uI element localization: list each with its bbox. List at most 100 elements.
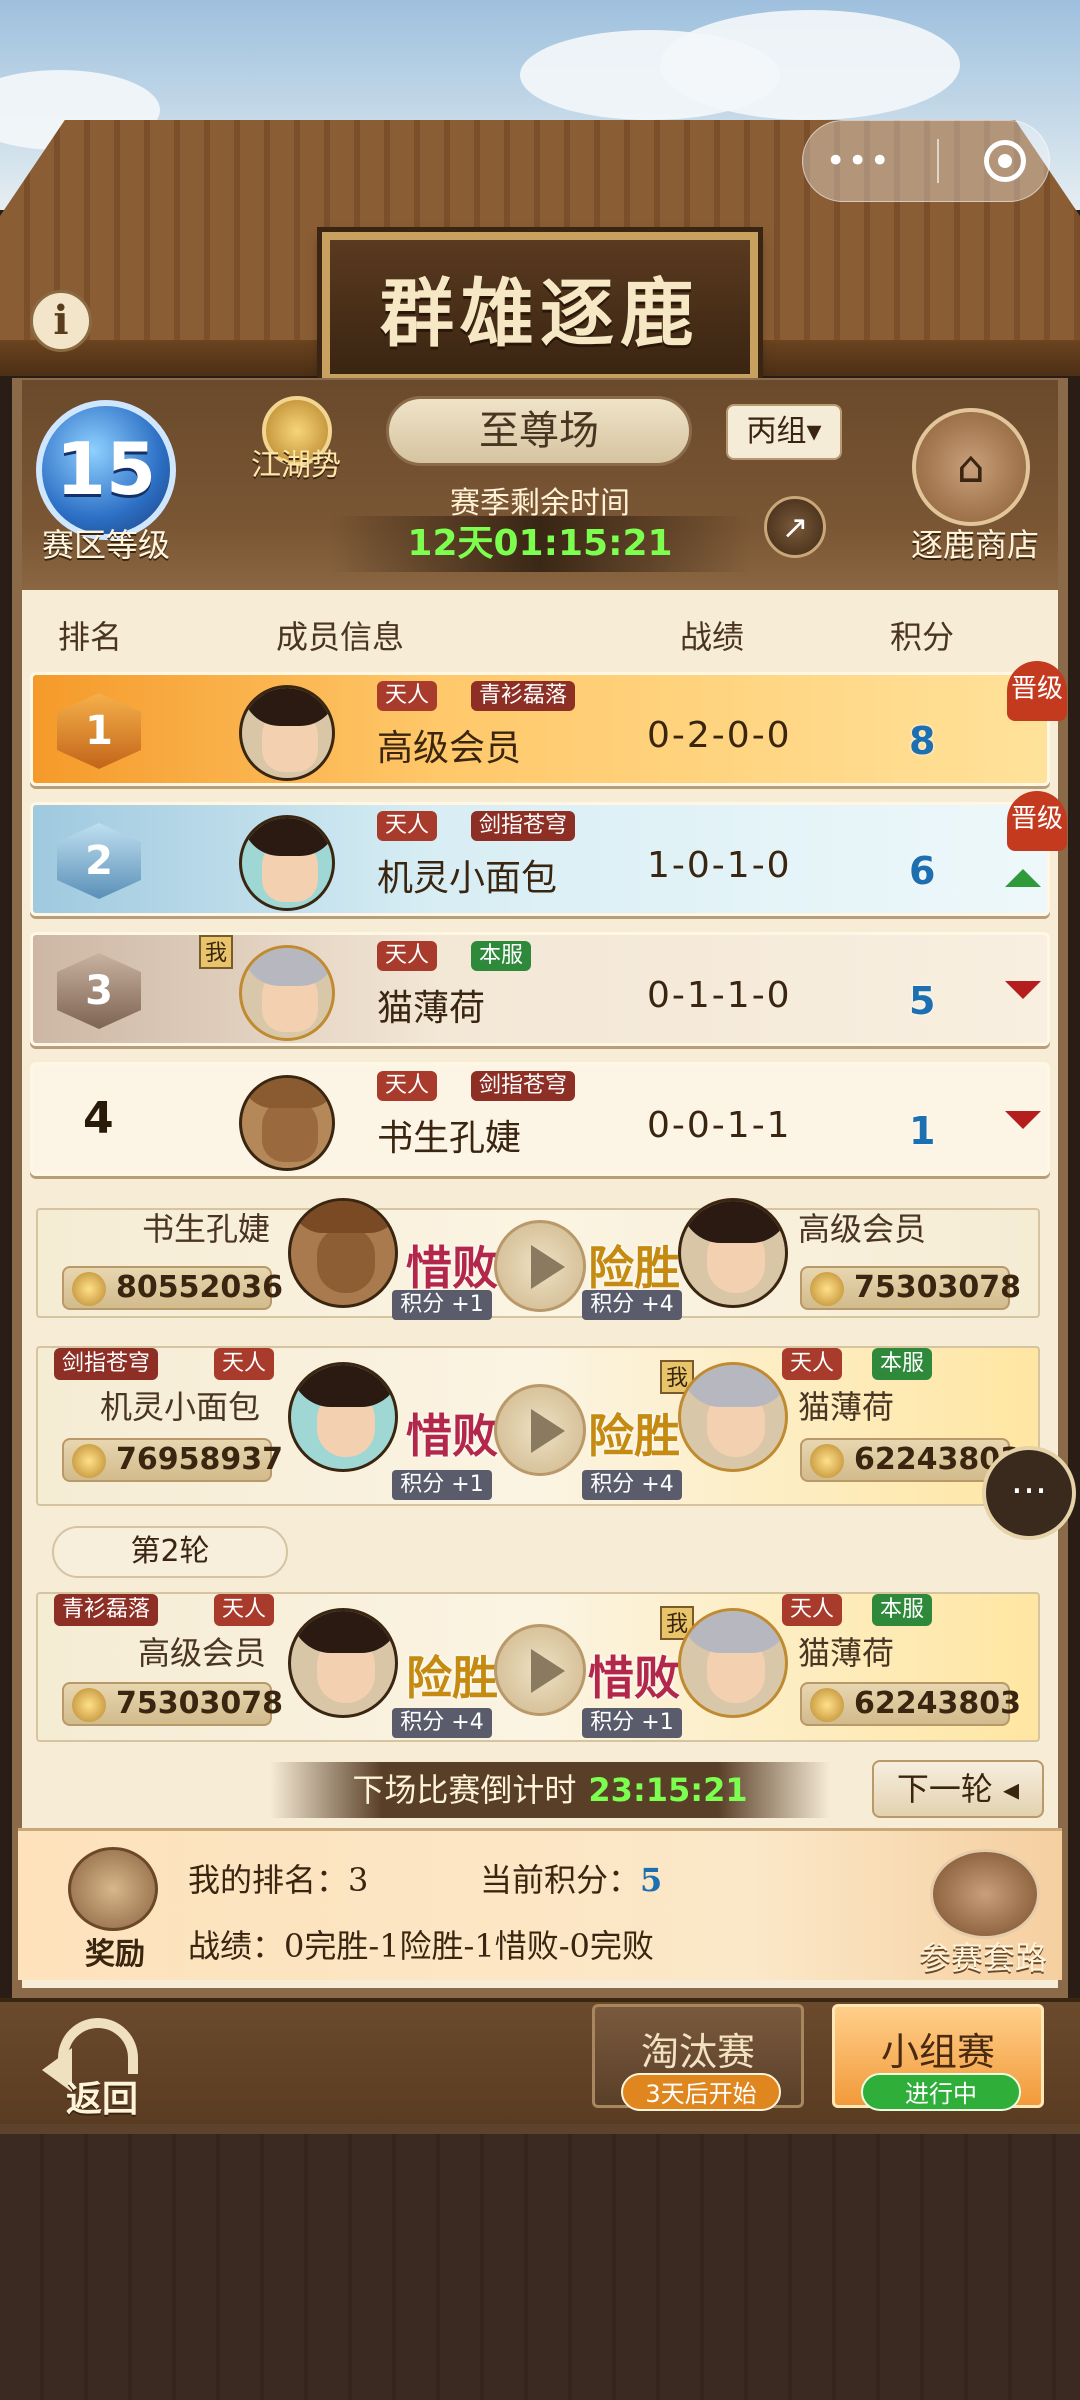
- right-power: 75303078: [800, 1266, 1021, 1310]
- my-summary-panel: 奖励 我的排名：3 当前积分：5 战绩：0完胜-1险胜-1惜败-0完败 参赛套路: [18, 1828, 1062, 1980]
- right-result: 险胜: [588, 1241, 680, 1295]
- left-title-tag: 剑指苍穹: [54, 1348, 159, 1380]
- left-avatar[interactable]: [288, 1362, 398, 1472]
- info-icon[interactable]: i: [30, 290, 92, 352]
- player-name: 书生孔婕: [377, 1118, 522, 1159]
- match-card[interactable]: 青衫磊落 天人 高级会员 75303078 险胜 积分 +4 惜败 积分 +1 …: [36, 1592, 1040, 1742]
- left-title-tag: 青衫磊落: [54, 1594, 159, 1626]
- left-player-name: 书生孔婕: [142, 1210, 271, 1248]
- left-result: 惜败: [406, 1241, 498, 1295]
- coin-icon: [810, 1688, 844, 1722]
- shop-icon[interactable]: ⌂: [912, 408, 1030, 526]
- tab-knockout-status: 3天后开始: [621, 2073, 781, 2111]
- right-title-tag: 本服: [872, 1594, 933, 1626]
- right-player-name: 高级会员: [798, 1210, 927, 1248]
- season-timer: 12天01:15:21: [330, 516, 750, 572]
- rank-number: 4: [83, 1093, 114, 1144]
- right-avatar[interactable]: [678, 1362, 788, 1472]
- right-points: 积分 +1: [582, 1708, 682, 1738]
- right-power: 62243803: [800, 1438, 1021, 1482]
- round-label: 第2轮: [52, 1526, 288, 1578]
- col-member: 成员信息: [276, 618, 405, 656]
- play-icon[interactable]: [494, 1624, 586, 1716]
- region-level-badge[interactable]: 15: [36, 400, 176, 540]
- title-tag: 剑指苍穹: [471, 811, 576, 841]
- reward-label[interactable]: 奖励: [70, 1929, 160, 1973]
- player-name: 高级会员: [377, 728, 522, 769]
- ranking-row[interactable]: 1 天人 青衫磊落 高级会员 0-2-0-0 8 晋级: [30, 661, 1067, 786]
- avatar[interactable]: [239, 945, 335, 1041]
- left-player-name: 高级会员: [138, 1634, 267, 1672]
- right-result: 惜败: [588, 1651, 680, 1705]
- left-tier-tag: 天人: [214, 1348, 275, 1380]
- arena-tab[interactable]: 至尊场: [386, 396, 692, 466]
- page-title: 群雄逐鹿: [380, 270, 700, 357]
- mini-program-capsule: •••: [802, 120, 1050, 202]
- left-avatar[interactable]: [288, 1608, 398, 1718]
- player-name: 机灵小面包: [377, 858, 558, 899]
- back-button[interactable]: 返回: [42, 2014, 154, 2120]
- back-arrow-icon: [42, 2018, 138, 2092]
- left-power: 76958937: [62, 1438, 283, 1482]
- shop-label: 逐鹿商店: [910, 526, 1039, 564]
- title-tag: 青衫磊落: [471, 681, 576, 711]
- tab-knockout[interactable]: 淘汰赛 3天后开始: [592, 2004, 804, 2111]
- ranking-row[interactable]: 4 天人 剑指苍穹 书生孔婕 0-0-1-1 1: [30, 1062, 1050, 1176]
- left-points: 积分 +1: [392, 1470, 492, 1500]
- avatar[interactable]: [239, 1075, 335, 1171]
- avatar[interactable]: [239, 685, 335, 781]
- rank-down-icon: [1005, 981, 1041, 999]
- title-plaque: 群雄逐鹿: [322, 232, 758, 382]
- title-tag: 本服: [471, 941, 532, 971]
- right-points: 积分 +4: [582, 1290, 682, 1320]
- match-card[interactable]: 书生孔婕 80552036 惜败 积分 +1 险胜 积分 +4 高级会员 753…: [36, 1198, 1040, 1320]
- more-dots-icon[interactable]: •••: [826, 141, 892, 181]
- left-avatar[interactable]: [288, 1198, 398, 1308]
- right-player-name: 猫薄荷: [798, 1634, 895, 1672]
- book-icon[interactable]: [930, 1849, 1040, 1939]
- share-icon[interactable]: ↗: [764, 496, 826, 558]
- right-avatar[interactable]: [678, 1198, 788, 1308]
- back-label: 返回: [65, 2078, 138, 2120]
- tier-tag: 天人: [377, 1071, 438, 1101]
- left-points: 积分 +1: [392, 1290, 492, 1320]
- ranking-row[interactable]: 3 我 天人 本服 猫薄荷 0-1-1-0 5: [30, 932, 1050, 1046]
- promotion-badge: 晋级: [1007, 661, 1067, 721]
- record: 1-0-1-0: [647, 845, 792, 886]
- tier-tag: 天人: [377, 811, 438, 841]
- col-record: 战绩: [680, 618, 745, 656]
- coin-icon: [72, 1272, 106, 1306]
- next-match-countdown: 下场比赛倒计时 23:15:21: [270, 1762, 830, 1818]
- right-title-tag: 本服: [872, 1348, 933, 1380]
- right-result: 险胜: [588, 1409, 680, 1463]
- group-select[interactable]: 丙组▾: [726, 404, 842, 460]
- chat-icon[interactable]: ···: [982, 1446, 1076, 1540]
- avatar[interactable]: [239, 815, 335, 911]
- play-icon[interactable]: [494, 1384, 586, 1476]
- guide-label[interactable]: 参赛套路: [898, 1933, 1068, 1979]
- col-rank: 排名: [58, 618, 123, 656]
- left-result: 惜败: [406, 1409, 498, 1463]
- match-card[interactable]: 剑指苍穹 天人 机灵小面包 76958937 惜败 积分 +1 险胜 积分 +4…: [36, 1346, 1040, 1506]
- treasure-box-icon[interactable]: [68, 1847, 158, 1931]
- score: 1: [909, 1109, 936, 1153]
- next-round-button[interactable]: 下一轮 ◂: [872, 1760, 1044, 1818]
- ranking-row[interactable]: 2 天人 剑指苍穹 机灵小面包 1-0-1-0 6 晋级: [30, 791, 1067, 916]
- score: 5: [909, 979, 936, 1023]
- play-icon[interactable]: [494, 1220, 586, 1312]
- right-points: 积分 +4: [582, 1470, 682, 1500]
- rank-medal: 2: [57, 823, 141, 899]
- rank-down-icon: [1005, 1111, 1041, 1129]
- rank-medal: 3: [57, 953, 141, 1029]
- close-target-icon[interactable]: [984, 140, 1027, 182]
- coin-icon: [810, 1272, 844, 1306]
- countdown-time: 23:15:21: [588, 1771, 748, 1809]
- coin-icon: [810, 1444, 844, 1478]
- right-avatar[interactable]: [678, 1608, 788, 1718]
- left-player-name: 机灵小面包: [100, 1388, 261, 1426]
- col-score: 积分: [890, 618, 955, 656]
- region-level-label: 赛区等级: [41, 526, 170, 564]
- left-result: 险胜: [406, 1651, 498, 1705]
- left-tier-tag: 天人: [214, 1594, 275, 1626]
- tab-group-stage[interactable]: 小组赛 进行中: [832, 2004, 1044, 2111]
